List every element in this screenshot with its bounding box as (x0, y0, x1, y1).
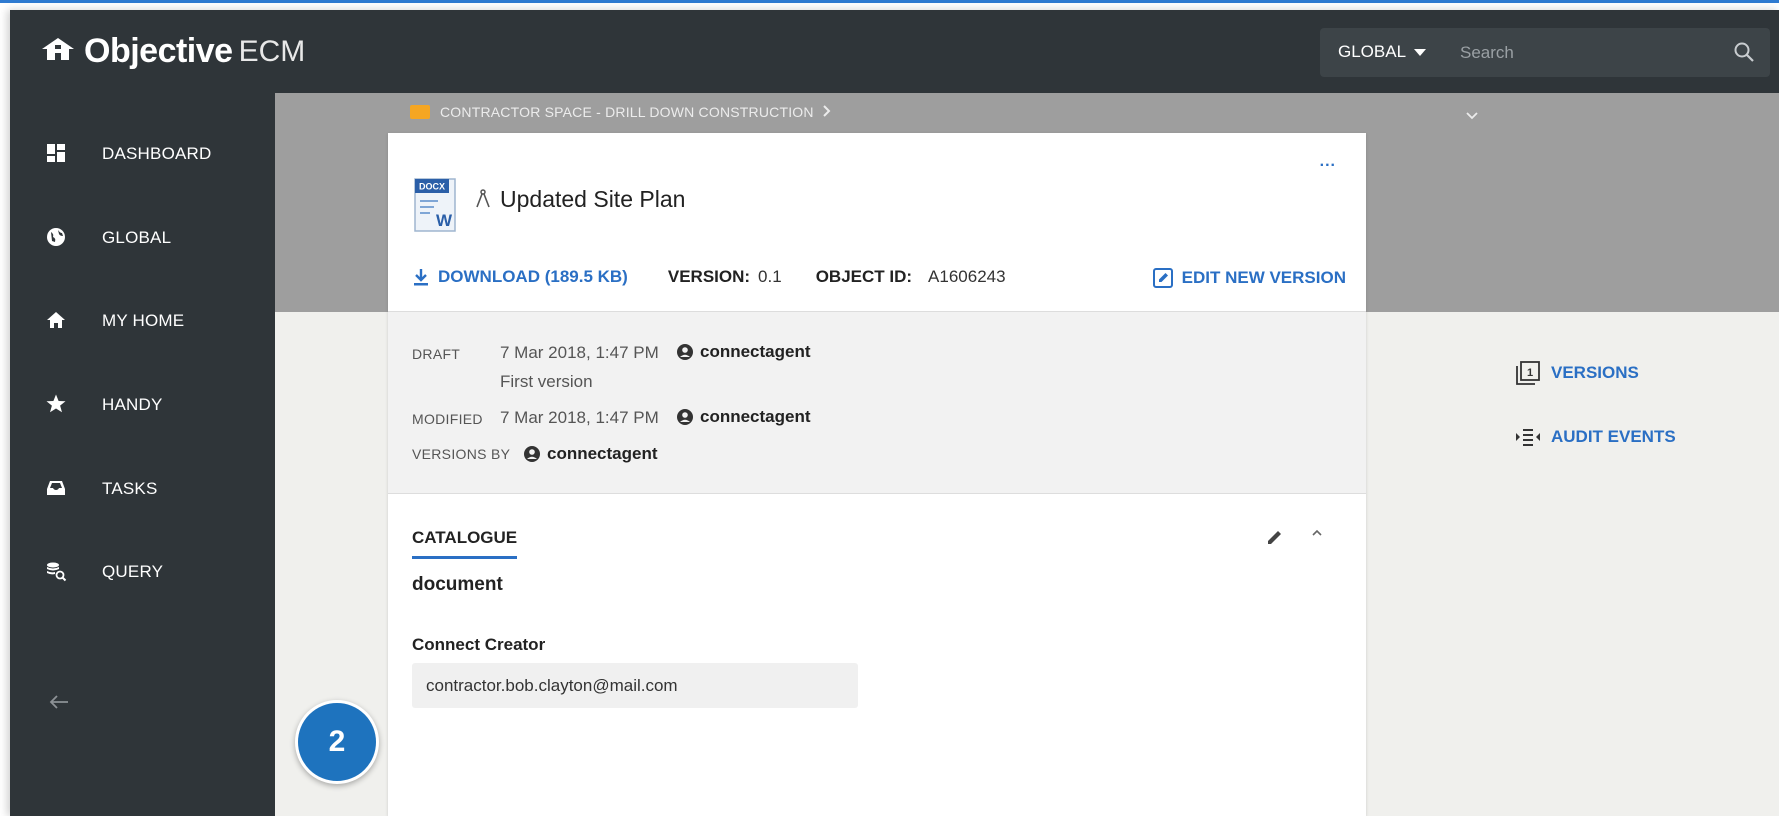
versions-label: VERSIONS (1551, 363, 1639, 382)
brand-name: Objective (84, 32, 233, 70)
document-meta-row: DOWNLOAD (189.5 KB) VERSION: 0.1 OBJECT … (412, 267, 1006, 287)
svg-text:W: W (436, 211, 453, 230)
user-icon (677, 409, 693, 425)
document-type: document (412, 574, 503, 595)
search-input[interactable] (1460, 28, 1720, 77)
sidebar-item-label: DASHBOARD (102, 144, 212, 163)
inbox-icon (45, 477, 67, 499)
svg-text:1: 1 (1527, 367, 1533, 379)
user-icon (677, 344, 693, 360)
svg-text:DOCX: DOCX (419, 182, 445, 192)
versions-by-user[interactable]: connectagent (523, 444, 658, 464)
draft-label: DRAFT (412, 346, 461, 362)
sidebar-item-label: HANDY (102, 395, 163, 414)
breadcrumb-path: CONTRACTOR SPACE - DRILL DOWN CONSTRUCTI… (440, 104, 814, 120)
folder-icon (410, 105, 430, 119)
audit-events-link[interactable]: AUDIT EVENTS (1515, 426, 1676, 448)
dashboard-icon (45, 142, 67, 164)
sidebar-item-label: MY HOME (102, 311, 185, 330)
sidebar-item-handy[interactable]: HANDY (10, 374, 275, 434)
pencil-icon[interactable] (1266, 528, 1284, 551)
home-icon (45, 309, 67, 331)
search-scope-dropdown[interactable]: GLOBAL (1338, 42, 1427, 62)
sidebar-item-label: GLOBAL (102, 228, 172, 247)
audit-events-icon (1516, 429, 1540, 446)
versions-icon: 1 (1516, 361, 1540, 385)
version-value: 0.1 (758, 267, 782, 286)
breadcrumb[interactable]: CONTRACTOR SPACE - DRILL DOWN CONSTRUCTI… (410, 104, 832, 120)
modified-user-name: connectagent (700, 407, 811, 426)
draft-user[interactable]: connectagent (676, 342, 811, 362)
logo-icon (40, 36, 76, 67)
modified-date: 7 Mar 2018, 1:47 PM (500, 408, 659, 427)
more-options-button[interactable]: ... (1320, 153, 1336, 171)
versions-by-user-name: connectagent (547, 444, 658, 463)
sidebar-item-my-home[interactable]: MY HOME (10, 290, 275, 350)
object-id-value: A1606243 (928, 267, 1006, 286)
draft-user-name: connectagent (700, 342, 811, 361)
chevron-up-icon[interactable] (1310, 526, 1324, 545)
edit-new-version-label: EDIT NEW VERSION (1181, 268, 1346, 287)
collapse-sidebar-arrow-icon[interactable] (48, 693, 70, 716)
globe-icon (45, 226, 67, 248)
star-icon (45, 393, 67, 415)
versions-link[interactable]: 1 VERSIONS (1515, 360, 1639, 386)
sidebar-item-global[interactable]: GLOBAL (10, 207, 275, 267)
versions-by-label: VERSIONS BY (412, 446, 511, 462)
sidebar: DASHBOARD GLOBAL MY HOME HANDY TASKS QUE… (10, 93, 275, 816)
connect-creator-field[interactable] (412, 663, 858, 708)
document-card: ... DOCX W Updated Site Plan DOWNLOAD (1… (388, 133, 1366, 816)
brand-suffix: ECM (238, 34, 306, 68)
version-label: VERSION: (667, 267, 751, 286)
object-id-label: OBJECT ID: (815, 267, 913, 286)
document-title: Updated Site Plan (500, 186, 686, 212)
audit-events-label: AUDIT EVENTS (1551, 427, 1676, 446)
download-label: DOWNLOAD (189.5 KB) (438, 267, 628, 286)
modified-user[interactable]: connectagent (676, 407, 811, 427)
modified-label: MODIFIED (412, 411, 483, 427)
connect-creator-label: Connect Creator (412, 635, 546, 654)
sidebar-item-label: TASKS (102, 479, 158, 498)
sidebar-item-dashboard[interactable]: DASHBOARD (10, 123, 275, 183)
query-icon (45, 560, 67, 582)
edit-new-version-button[interactable]: EDIT NEW VERSION (1152, 267, 1346, 289)
search-scope-label: GLOBAL (1338, 42, 1407, 61)
sidebar-item-tasks[interactable]: TASKS (10, 458, 275, 518)
step-number-badge: 2 (295, 700, 379, 784)
tab-catalogue[interactable]: CATALOGUE (412, 528, 518, 559)
edit-icon (1152, 268, 1173, 288)
search-bar: GLOBAL (1320, 28, 1770, 77)
caret-down-icon (1414, 48, 1427, 56)
sidebar-item-label: QUERY (102, 562, 164, 581)
top-header: Objective ECM GLOBAL (10, 10, 1779, 93)
app-window: Objective ECM GLOBAL DASHBOARD GLOB (10, 10, 1779, 816)
sidebar-item-query[interactable]: QUERY (10, 541, 275, 601)
chevron-down-icon[interactable] (1465, 108, 1479, 126)
docx-file-icon: DOCX W (412, 177, 458, 238)
user-icon (524, 446, 540, 462)
top-accent-line (0, 0, 1779, 3)
document-properties: DRAFT 7 Mar 2018, 1:47 PM connectagent F… (388, 311, 1366, 494)
download-icon (414, 269, 428, 286)
draft-date: 7 Mar 2018, 1:47 PM (500, 343, 659, 362)
chevron-right-icon (822, 104, 832, 120)
compass-icon (474, 188, 492, 215)
download-button[interactable]: DOWNLOAD (189.5 KB) (412, 267, 628, 287)
app-logo[interactable]: Objective ECM (40, 32, 305, 71)
draft-note: First version (500, 372, 593, 391)
search-icon[interactable] (1732, 40, 1756, 69)
